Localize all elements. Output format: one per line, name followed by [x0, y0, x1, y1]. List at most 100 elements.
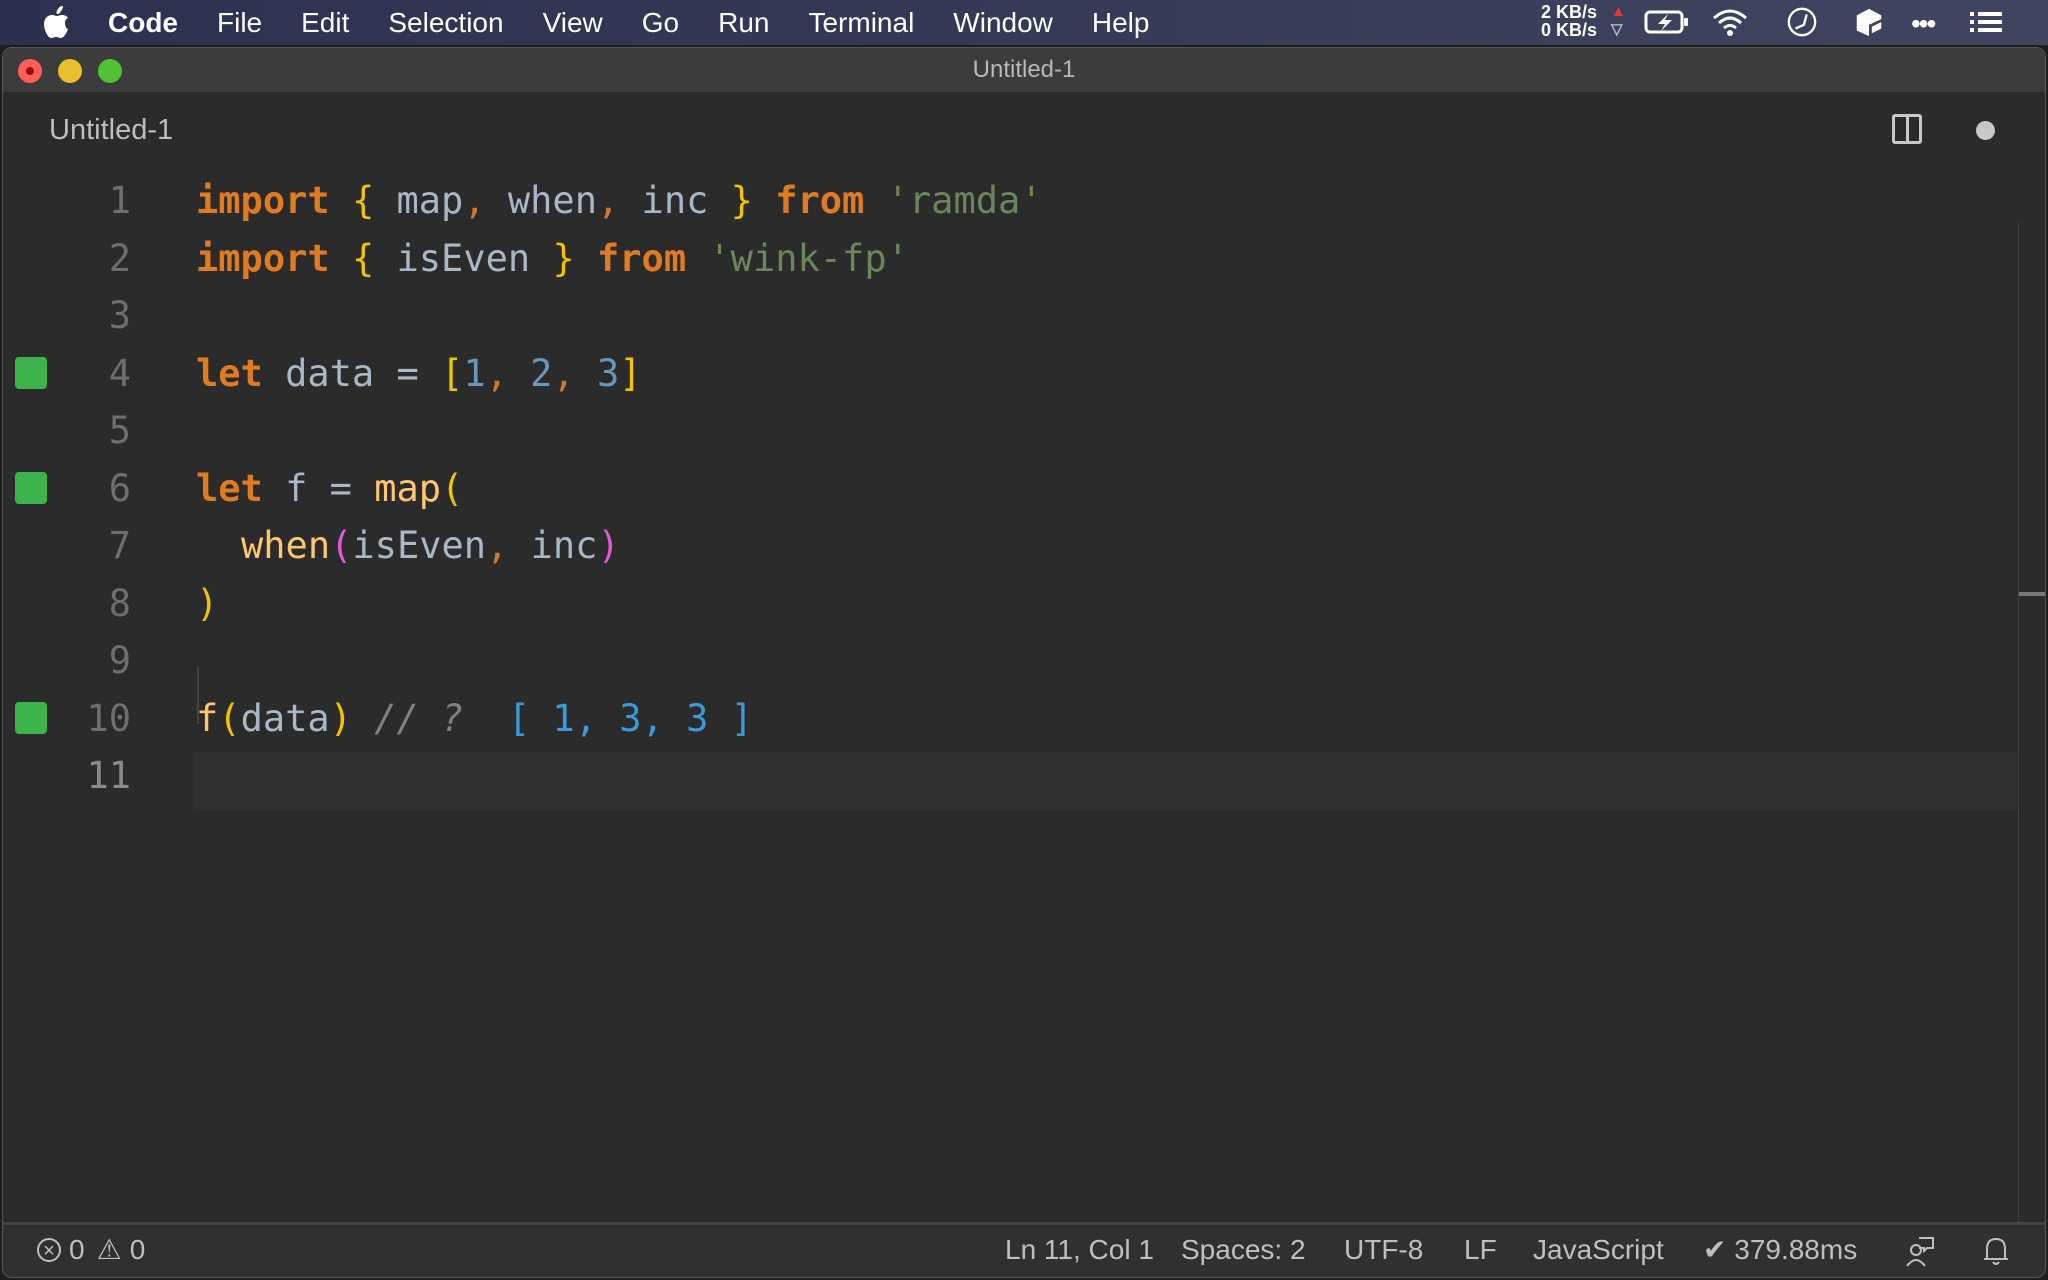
comma: , [486, 524, 509, 567]
keyword-import: import [196, 237, 330, 280]
menu-terminal[interactable]: Terminal [808, 0, 914, 45]
brace-open: { [351, 179, 375, 222]
line-number: 10 [86, 697, 131, 740]
warning-count: 0 [129, 1234, 146, 1265]
clock-icon[interactable] [1785, 6, 1819, 38]
paren-open: ( [330, 524, 353, 567]
keyword-let: let [196, 352, 263, 395]
menu-selection[interactable]: Selection [388, 0, 503, 45]
paren-close: ) [196, 582, 219, 625]
warning-icon: ⚠ [96, 1234, 122, 1265]
menu-view[interactable]: View [543, 0, 603, 45]
title-bar: Untitled-1 [3, 48, 2045, 92]
code-line-9: 9 [3, 632, 2045, 689]
brace-close: } [552, 237, 575, 280]
code-line-1: 1 import { map, when, inc } from 'ramda' [3, 172, 2045, 229]
code-text: let data = [1, 2, 3] [196, 345, 642, 402]
comma: , [597, 179, 620, 222]
menu-edit[interactable]: Edit [301, 0, 349, 45]
function-name: when [241, 524, 331, 567]
code-text: f(data) // ? [ 1, 3, 3 ] [196, 690, 753, 747]
menu-app-code[interactable]: Code [108, 0, 178, 45]
code-line-5: 5 [3, 402, 2045, 459]
code-line-10: 10 f(data) // ? [ 1, 3, 3 ] [3, 690, 2045, 747]
function-name: f [196, 697, 219, 740]
code-text: import { isEven } from 'wink-fp' [196, 230, 909, 287]
apple-logo-icon[interactable] [42, 5, 70, 39]
menu-items: Code File Edit Selection View Go Run Ter… [108, 0, 1188, 45]
string-literal: 'ramda' [886, 179, 1043, 222]
identifier: map [374, 179, 464, 222]
upload-arrow-icon: ▲ [1611, 3, 1626, 20]
cursor-position[interactable]: Ln 11, Col 1 [1005, 1225, 1154, 1275]
identifier: inc [619, 179, 731, 222]
line-number: 9 [108, 639, 131, 682]
number-literal: 1 [463, 352, 486, 395]
identifier: isEven [374, 237, 553, 280]
network-speed[interactable]: 2 KB/s 0 KB/s ▲ ▽ [1541, 2, 1626, 39]
keyword-let: let [196, 467, 263, 510]
code-line-7: 7 when(isEven, inc) [3, 517, 2045, 574]
notification-bell-icon[interactable] [1983, 1235, 2009, 1267]
wifi-icon[interactable] [1710, 6, 1750, 38]
menu-run[interactable]: Run [718, 0, 769, 45]
line-number: 3 [108, 294, 131, 337]
menu-help[interactable]: Help [1092, 0, 1150, 45]
comma: , [485, 352, 531, 395]
indentation[interactable]: Spaces: 2 [1181, 1225, 1306, 1275]
paren-open: ( [218, 697, 241, 740]
more-icon[interactable]: ••• [1911, 8, 1936, 40]
status-bar: × 0 ⚠ 0 Ln 11, Col 1 Spaces: 2 UTF-8 LF … [3, 1222, 2045, 1277]
comma: , [463, 179, 486, 222]
quokka-inline-result: [ 1, 3, 3 ] [485, 697, 753, 740]
problems-indicator[interactable]: × 0 ⚠ 0 [37, 1225, 145, 1275]
line-number: 1 [108, 179, 131, 222]
keyword-from: from [597, 237, 687, 280]
vscode-window: Untitled-1 Untitled-1 1 import { map, wh… [2, 47, 2046, 1278]
split-editor-icon[interactable] [1892, 114, 1922, 144]
unsaved-dot-icon[interactable] [1976, 121, 1995, 140]
identifier: inc [508, 524, 598, 567]
number-literal: 3 [597, 352, 620, 395]
cube-icon[interactable] [1854, 6, 1884, 38]
identifier: f = [262, 467, 375, 510]
code-line-6: 6 let f = map( [3, 460, 2045, 517]
bracket-open: [ [441, 352, 464, 395]
line-number: 4 [108, 352, 131, 395]
string-literal: 'wink-fp' [708, 237, 909, 280]
editor-tab-bar: Untitled-1 [3, 92, 2045, 170]
net-upload: 2 KB/s [1541, 2, 1598, 22]
menu-file[interactable]: File [217, 0, 262, 45]
code-editor[interactable]: 1 import { map, when, inc } from 'ramda'… [3, 170, 2045, 1277]
code-line-11: 11 [3, 747, 2045, 804]
code-line-4: 4 let data = [1, 2, 3] [3, 345, 2045, 402]
number-literal: 2 [530, 352, 553, 395]
language-mode[interactable]: JavaScript [1533, 1225, 1664, 1275]
feedback-person-icon[interactable] [1905, 1236, 1935, 1268]
brace-open: { [351, 237, 375, 280]
battery-charging-icon[interactable] [1644, 6, 1690, 38]
end-of-line[interactable]: LF [1464, 1225, 1497, 1275]
identifier: data [240, 697, 330, 740]
window-title: Untitled-1 [972, 56, 1076, 83]
quokka-comment: // ? [351, 697, 486, 740]
error-icon: × [37, 1238, 61, 1262]
line-number: 2 [108, 237, 131, 280]
encoding[interactable]: UTF-8 [1344, 1225, 1423, 1275]
menu-window[interactable]: Window [953, 0, 1053, 45]
bracket-close: ] [619, 352, 642, 395]
line-number: 6 [108, 467, 131, 510]
function-name: map [374, 467, 442, 510]
quokka-timing[interactable]: ✔ 379.88ms [1703, 1225, 1857, 1275]
error-count: 0 [69, 1234, 85, 1265]
list-icon[interactable] [1968, 6, 2004, 38]
line-number: 5 [108, 409, 131, 452]
brace-close: } [730, 179, 753, 222]
line-number: 11 [86, 754, 131, 797]
identifier: data = [262, 352, 442, 395]
line-number: 8 [108, 582, 131, 625]
menu-go[interactable]: Go [642, 0, 679, 45]
code-text: import { map, when, inc } from 'ramda' [196, 172, 1043, 229]
tab-untitled-1[interactable]: Untitled-1 [49, 114, 173, 147]
paren-open: ( [441, 467, 464, 510]
